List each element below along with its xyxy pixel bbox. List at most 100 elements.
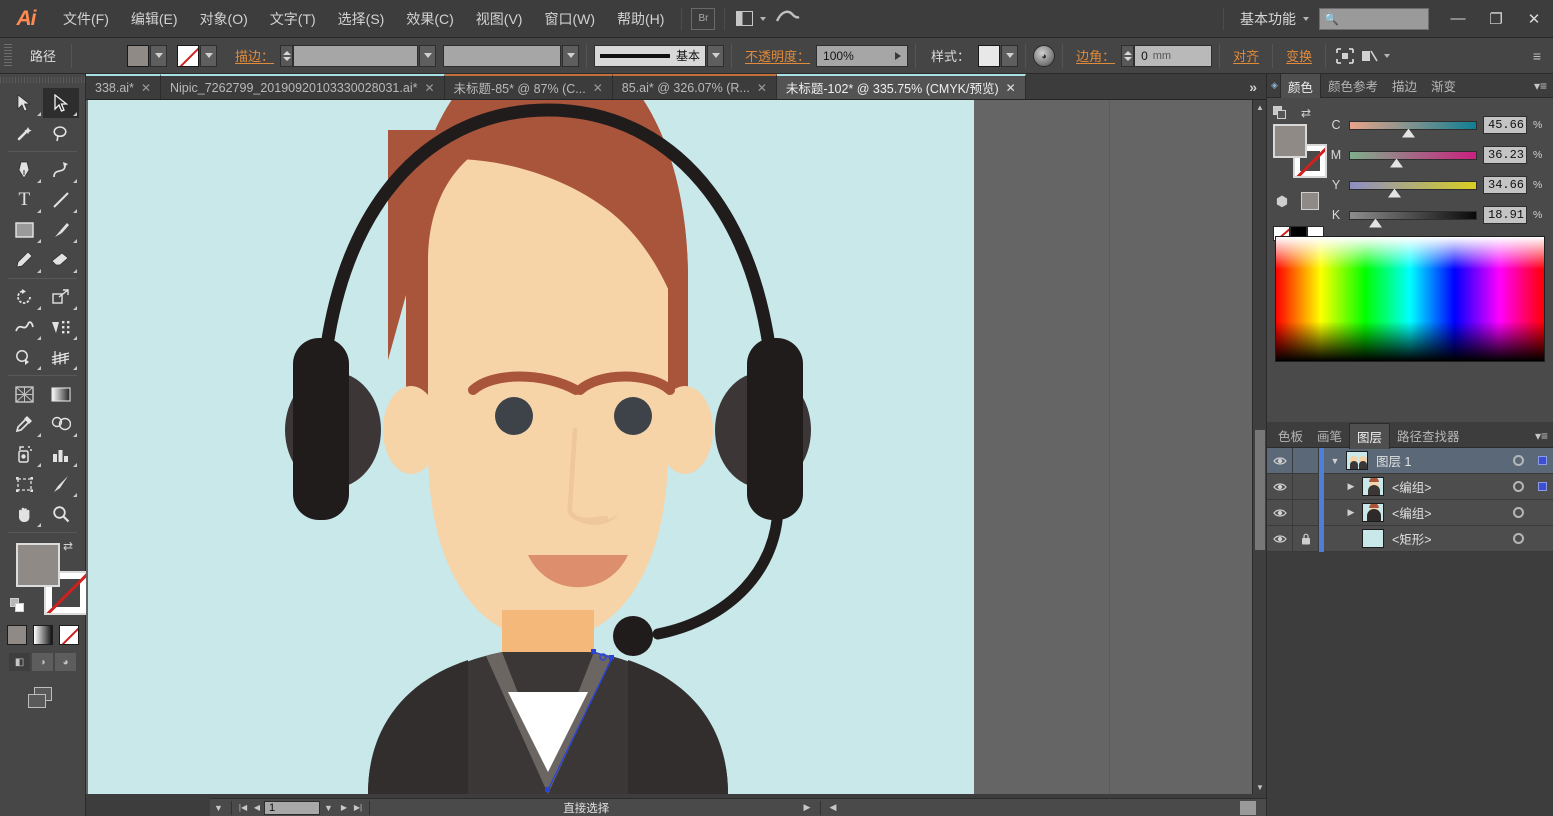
layer-visibility-icon-0[interactable] [1267,448,1293,474]
layer-name-2[interactable]: <编组> [1392,503,1506,522]
layer-row-3[interactable]: <矩形> [1267,526,1553,552]
free-transform-tool[interactable] [43,312,80,342]
document-tab-0[interactable]: 338.ai* ✕ [86,74,161,99]
draw-behind-icon[interactable]: ◑ [32,653,53,671]
gradient-mode-icon[interactable] [33,625,53,645]
artboard-tool[interactable] [6,469,43,499]
document-tab-4[interactable]: 未标题-102* @ 335.75% (CMYK/预览) ✕ [777,74,1026,99]
document-tab-3[interactable]: 85.ai* @ 326.07% (R... ✕ [613,74,777,99]
prev-artboard-button[interactable]: ◀ [250,799,264,816]
artwork-illustration[interactable] [88,100,974,794]
draw-inside-icon-tool[interactable]: ◕ [55,653,76,671]
graphic-style-dropdown[interactable] [1001,45,1018,67]
layer-target-icon-2[interactable] [1506,500,1530,526]
current-color-square[interactable] [1301,192,1319,210]
tab-close-icon-2[interactable]: ✕ [593,81,603,95]
document-tab-1[interactable]: Nipic_7262799_20190920103330028031.ai* ✕ [161,74,445,99]
slider-thumb-y[interactable] [1388,189,1401,198]
panel-menu-icon[interactable]: ≡ [1533,48,1541,64]
brush-dropdown[interactable] [707,45,724,67]
mesh-tool[interactable] [6,379,43,409]
menu-file[interactable]: 文件(F) [52,0,120,38]
fill-dropdown-button[interactable] [150,45,167,67]
stroke-color-control[interactable] [177,45,217,67]
layer-disclosure-icon-0[interactable]: ▼ [1324,448,1346,474]
menu-edit[interactable]: 编辑(E) [120,0,189,38]
artboard-number-field[interactable]: 1 [264,801,320,815]
artboard-dropdown[interactable]: ▼ [320,799,337,816]
slider-track-y[interactable] [1349,181,1477,190]
tab-color-guide[interactable]: 颜色参考 [1321,73,1385,98]
selection-tool[interactable] [6,88,43,118]
symbol-sprayer-tool[interactable] [6,439,43,469]
isolate-selected-icon[interactable] [1333,45,1357,67]
ai-swoosh-icon[interactable] [776,8,800,29]
slider-track-k[interactable] [1349,211,1477,220]
layer-visibility-icon-2[interactable] [1267,500,1293,526]
layer-name-0[interactable]: 图层 1 [1376,451,1506,470]
control-bar-grip[interactable] [4,44,12,68]
stroke-swatch-none[interactable] [177,45,199,67]
color-panel-menu-icon[interactable]: ▾≡ [1534,79,1553,93]
slice-tool[interactable] [43,469,80,499]
recolor-artwork-icon[interactable]: ◕ [1033,45,1055,67]
corner-value-field[interactable]: 0 mm [1134,45,1212,67]
artboard[interactable] [88,100,974,794]
tab-close-icon-0[interactable]: ✕ [141,81,151,95]
tab-swatches[interactable]: 色板 [1271,423,1310,448]
status-flyout-button[interactable]: ▶ [799,799,816,816]
close-button[interactable]: ✕ [1515,0,1553,38]
draw-mode-control[interactable] [1357,45,1390,67]
layer-target-icon-3[interactable] [1506,526,1530,552]
layer-disclosure-icon-1[interactable]: ▶ [1340,474,1362,500]
layer-lock-slot-1[interactable] [1293,474,1319,500]
tab-brushes[interactable]: 画笔 [1310,423,1349,448]
blend-tool[interactable] [43,409,80,439]
3d-cube-icon[interactable]: ⬢ [1273,192,1291,210]
next-artboard-button[interactable]: ▶ [337,799,351,816]
default-fill-stroke-icon-color[interactable] [1273,106,1287,120]
layer-target-icon-1[interactable] [1506,474,1530,500]
paintbrush-tool[interactable] [43,215,80,245]
layer-row-1[interactable]: ▶ <编组> [1267,474,1553,500]
layer-visibility-icon-3[interactable] [1267,526,1293,552]
stroke-weight-dropdown[interactable] [419,45,436,67]
tab-pathfinder[interactable]: 路径查找器 [1390,423,1467,448]
scale-tool[interactable] [43,282,80,312]
magic-wand-tool[interactable] [6,118,43,148]
layer-lock-slot-0[interactable] [1293,448,1319,474]
direct-selection-tool[interactable] [43,88,80,118]
menu-effect[interactable]: 效果(C) [395,0,464,38]
slider-thumb-c[interactable] [1402,129,1415,138]
layer-lock-slot-2[interactable] [1293,500,1319,526]
restore-button[interactable]: ❐ [1477,0,1515,38]
shape-builder-tool[interactable] [6,342,43,372]
rotate-tool[interactable] [6,282,43,312]
tab-gradient[interactable]: 渐变 [1424,73,1463,98]
tab-close-icon-1[interactable]: ✕ [424,81,434,95]
canvas-vertical-scrollbar[interactable]: ▲ ▼ [1252,100,1266,794]
zoom-tool[interactable] [43,499,80,529]
slider-value-y[interactable]: 34.66 [1483,176,1527,194]
menu-help[interactable]: 帮助(H) [606,0,675,38]
stroke-weight-field[interactable] [293,45,418,67]
perspective-grid-tool[interactable] [43,342,80,372]
bridge-icon[interactable]: Br [691,8,715,30]
menu-view[interactable]: 视图(V) [465,0,534,38]
layer-name-3[interactable]: <矩形> [1392,529,1506,548]
tab-stroke[interactable]: 描边 [1385,73,1424,98]
scroll-up-icon[interactable]: ▲ [1253,100,1266,114]
slider-track-c[interactable] [1349,121,1477,130]
stroke-dropdown-button[interactable] [200,45,217,67]
layer-disclosure-icon-2[interactable]: ▶ [1340,500,1362,526]
menu-select[interactable]: 选择(S) [327,0,396,38]
menu-window[interactable]: 窗口(W) [533,0,606,38]
tools-panel-grip[interactable] [0,74,85,86]
curvature-tool[interactable] [43,155,80,185]
layer-target-icon-0[interactable] [1506,448,1530,474]
workspace-switcher[interactable]: 基本功能 [1230,9,1309,29]
last-artboard-button[interactable]: ▶| [351,799,365,816]
pen-tool[interactable] [6,155,43,185]
gradient-tool[interactable] [43,379,80,409]
transform-button[interactable]: 变换 [1286,46,1312,65]
